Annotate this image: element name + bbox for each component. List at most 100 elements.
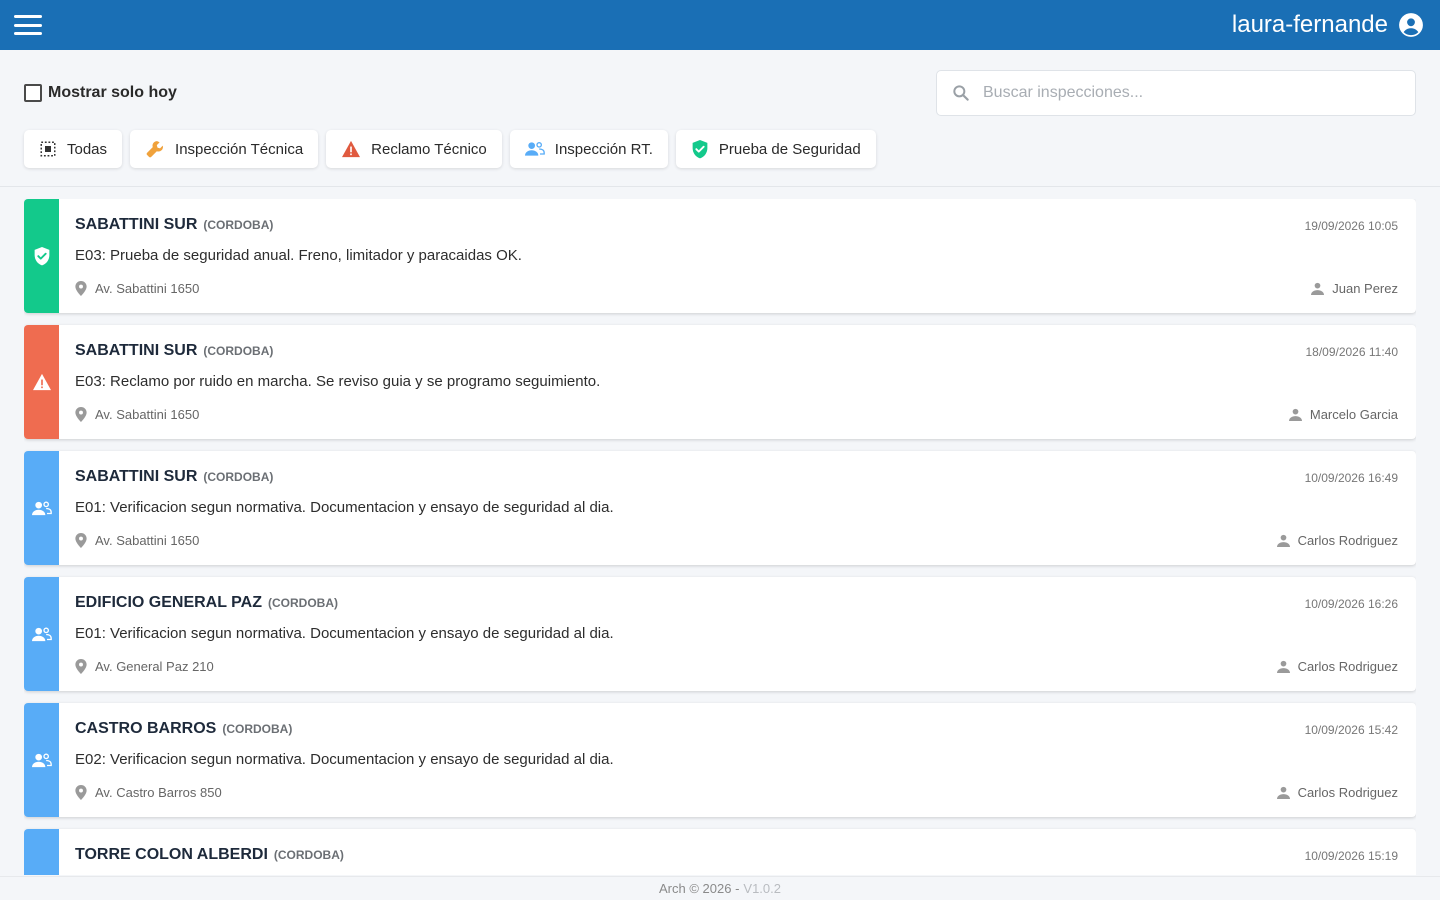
type-indicator-bar (24, 577, 59, 691)
building-province: (CORDOBA) (222, 722, 293, 736)
location-pin-icon (75, 407, 87, 422)
show-today-only-label: Mostrar solo hoy (48, 84, 177, 101)
inspection-card[interactable]: TORRE COLON ALBERDI (CORDOBA) 10/09/2026… (24, 829, 1416, 875)
menu-icon[interactable] (14, 15, 42, 35)
inspection-description: E01: Verificacion segun normativa. Docum… (75, 625, 614, 642)
inspection-datetime: 10/09/2026 16:26 (1304, 597, 1398, 611)
warning-icon (341, 140, 361, 158)
inspection-card[interactable]: EDIFICIO GENERAL PAZ (CORDOBA) 10/09/202… (24, 577, 1416, 691)
building-name: SABATTINI SUR (75, 342, 198, 359)
inspection-description: E02: Verificacion segun normativa. Docum… (75, 751, 614, 768)
location-pin-icon (75, 785, 87, 800)
wrench-icon (145, 139, 165, 159)
person-icon (1276, 534, 1290, 547)
inspection-datetime: 18/09/2026 11:40 (1305, 345, 1398, 359)
user-menu[interactable]: laura-fernande (1232, 11, 1424, 39)
shield-check-icon (691, 139, 709, 159)
filter-panel: Mostrar solo hoy Todas Inspección Técnic… (0, 50, 1440, 187)
address: Av. General Paz 210 (75, 659, 214, 674)
type-indicator-bar (24, 325, 59, 439)
address: Av. Sabattini 1650 (75, 533, 199, 548)
people-icon (31, 627, 52, 641)
filter-chip-label: Inspección Técnica (175, 140, 304, 158)
address-text: Av. Sabattini 1650 (95, 533, 200, 548)
inspection-datetime: 10/09/2026 15:19 (1304, 849, 1398, 863)
building-name: SABATTINI SUR (75, 216, 198, 233)
inspection-description: E03: Prueba de seguridad anual. Freno, l… (75, 247, 522, 264)
filter-chip-todas[interactable]: Todas (24, 130, 123, 168)
people-icon (31, 501, 52, 515)
app-footer: Arch © 2026 - V1.0.2 (0, 876, 1440, 900)
inspector: Carlos Rodriguez (1276, 533, 1398, 548)
search-input[interactable] (983, 84, 1403, 102)
warning-icon (32, 373, 51, 391)
inspection-list: SABATTINI SUR (CORDOBA) 19/09/2026 10:05… (24, 199, 1416, 875)
account-circle-icon (1399, 13, 1423, 37)
inspector: Marcelo Garcia (1288, 407, 1398, 422)
people-icon (31, 753, 52, 767)
filter-chip-label: Todas (67, 140, 108, 158)
person-icon (1276, 660, 1290, 673)
inspection-card[interactable]: SABATTINI SUR (CORDOBA) 19/09/2026 10:05… (24, 199, 1416, 313)
address-text: Av. Sabattini 1650 (95, 281, 200, 296)
filter-chip-inspeccion-tecnica[interactable]: Inspección Técnica (130, 130, 319, 168)
inspection-datetime: 19/09/2026 10:05 (1304, 219, 1398, 233)
building-name: EDIFICIO GENERAL PAZ (75, 594, 262, 611)
inspector-name: Carlos Rodriguez (1297, 785, 1398, 800)
show-today-only-toggle[interactable]: Mostrar solo hoy (24, 84, 177, 102)
inspection-card[interactable]: SABATTINI SUR (CORDOBA) 10/09/2026 16:49… (24, 451, 1416, 565)
location-pin-icon (75, 533, 87, 548)
building-name: CASTRO BARROS (75, 720, 217, 737)
inspector-name: Marcelo Garcia (1309, 407, 1398, 422)
inspection-description: E03: Reclamo por ruido en marcha. Se rev… (75, 373, 601, 390)
search-box[interactable] (936, 70, 1416, 116)
building-province: (CORDOBA) (203, 344, 274, 358)
username: laura-fernande (1231, 11, 1388, 38)
address-text: Av. General Paz 210 (95, 659, 214, 674)
inspection-description: E01: Verificacion segun normativa. Docum… (75, 499, 614, 516)
address: Av. Castro Barros 850 (75, 785, 222, 800)
search-icon (953, 85, 969, 101)
person-icon (1276, 786, 1290, 799)
inspector-name: Juan Perez (1332, 281, 1398, 296)
building-name: TORRE COLON ALBERDI (75, 846, 268, 863)
inspector: Carlos Rodriguez (1276, 785, 1398, 800)
app-header: laura-fernande (0, 0, 1440, 50)
address-text: Av. Sabattini 1650 (95, 407, 200, 422)
filter-chip-label: Prueba de Seguridad (718, 140, 861, 158)
type-indicator-bar (24, 703, 59, 817)
building-province: (CORDOBA) (203, 218, 274, 232)
version-text: V1.0.2 (743, 881, 781, 896)
shield-check-icon (34, 247, 49, 266)
filter-chip-label: Inspección RT. (554, 140, 653, 158)
location-pin-icon (75, 281, 87, 296)
inspection-card[interactable]: CASTRO BARROS (CORDOBA) 10/09/2026 15:42… (24, 703, 1416, 817)
address: Av. Sabattini 1650 (75, 407, 199, 422)
location-pin-icon (75, 659, 87, 674)
inspection-card[interactable]: SABATTINI SUR (CORDOBA) 18/09/2026 11:40… (24, 325, 1416, 439)
building-province: (CORDOBA) (273, 848, 344, 862)
filter-chip-reclamo-tecnico[interactable]: Reclamo Técnico (326, 130, 502, 168)
type-indicator-bar (24, 829, 59, 875)
building-province: (CORDOBA) (203, 470, 274, 484)
inspector: Juan Perez (1311, 281, 1398, 296)
address: Av. Sabattini 1650 (75, 281, 199, 296)
filter-chip-prueba-seguridad[interactable]: Prueba de Seguridad (675, 130, 876, 168)
people-icon (524, 140, 545, 158)
select-all-icon (39, 140, 57, 158)
filter-chip-label: Reclamo Técnico (371, 140, 487, 158)
type-indicator-bar (24, 199, 59, 313)
copyright-text: Arch © 2026 - (659, 881, 740, 896)
inspector-name: Carlos Rodriguez (1297, 659, 1398, 674)
address-text: Av. Castro Barros 850 (95, 785, 222, 800)
inspection-datetime: 10/09/2026 15:42 (1304, 723, 1398, 737)
person-icon (1311, 282, 1325, 295)
building-name: SABATTINI SUR (75, 468, 198, 485)
person-icon (1288, 408, 1302, 421)
building-province: (CORDOBA) (267, 596, 338, 610)
inspection-datetime: 10/09/2026 16:49 (1304, 471, 1398, 485)
filter-chip-inspeccion-rt[interactable]: Inspección RT. (509, 130, 668, 168)
inspector-name: Carlos Rodriguez (1297, 533, 1398, 548)
show-today-only-checkbox[interactable] (24, 84, 42, 102)
type-indicator-bar (24, 451, 59, 565)
